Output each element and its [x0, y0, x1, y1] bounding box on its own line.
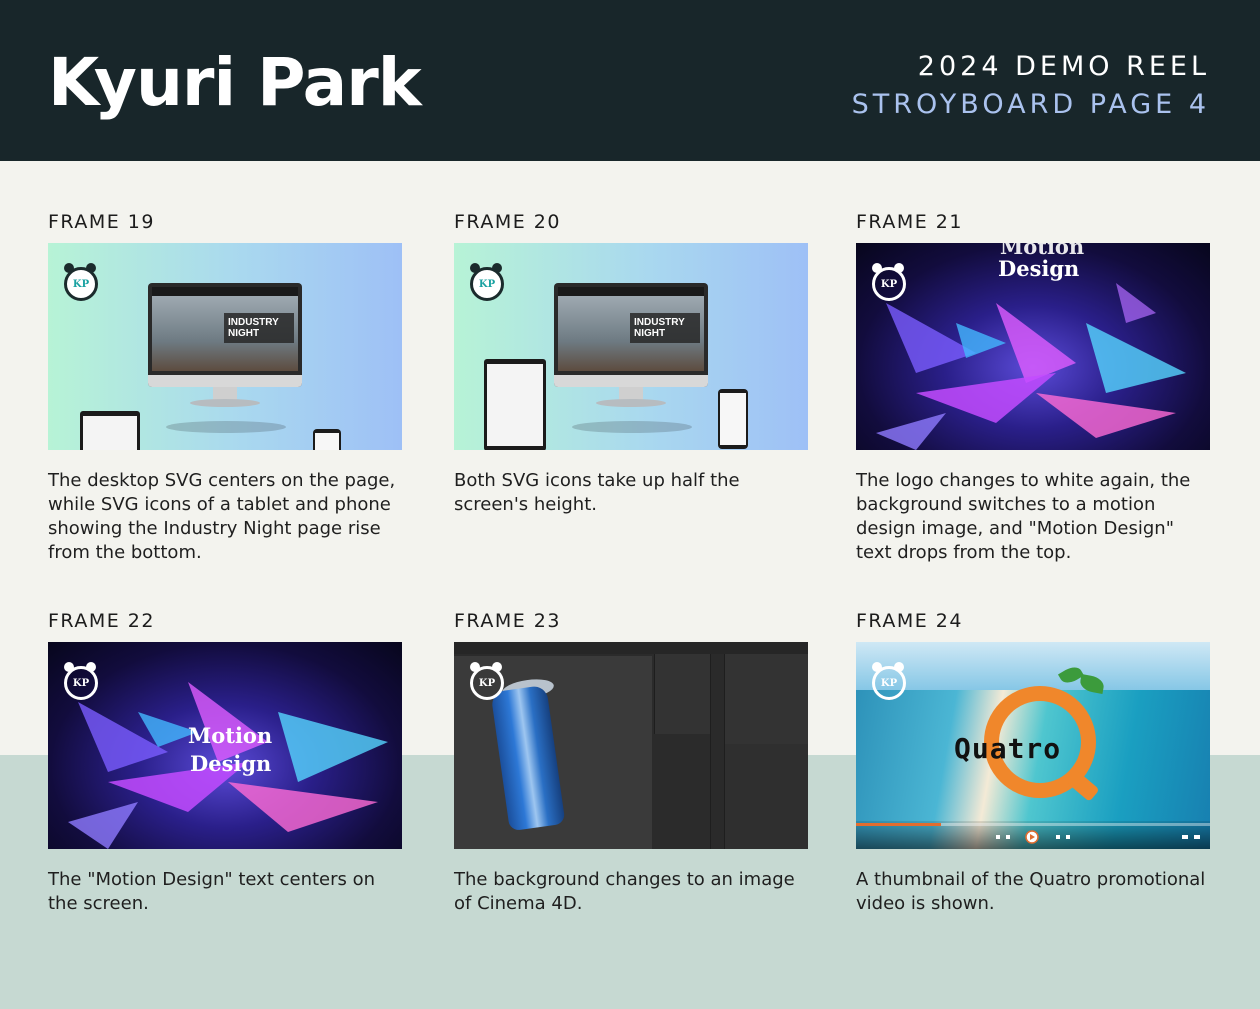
frame-20-thumbnail: KP INDUSTRY NIGHT — [454, 243, 808, 450]
c4d-material-panel — [654, 654, 711, 734]
kp-logo-icon: KP — [870, 662, 906, 700]
industry-night-banner: INDUSTRY NIGHT — [224, 313, 294, 343]
phone-icon — [718, 389, 748, 449]
video-player-controls[interactable] — [856, 821, 1210, 849]
kp-logo-icon: KP — [468, 662, 504, 700]
frame-21: FRAME 21 Motion Design KP The logo chang… — [856, 211, 1210, 565]
frame-label: FRAME 20 — [454, 211, 561, 233]
frame-description: A thumbnail of the Quatro promotional vi… — [856, 869, 1206, 914]
motion-text: Motion — [188, 723, 273, 748]
cinema-4d-background — [454, 642, 808, 849]
frame-description: The desktop SVG centers on the page, whi… — [48, 470, 396, 563]
kp-logo-icon: KP — [468, 263, 504, 301]
frame-20: FRAME 20 KP INDUSTRY NIGHT Both SVG icon… — [454, 211, 808, 517]
frame-label: FRAME 22 — [48, 610, 155, 632]
frame-description: The logo changes to white again, the bac… — [856, 470, 1191, 563]
frame-22: FRAME 22 Motion Design KP The "Motion De… — [48, 610, 402, 916]
tablet-icon — [484, 359, 546, 450]
reel-heading: 2024 DEMO REEL STROYBOARD PAGE 4 — [852, 48, 1210, 124]
tablet-icon — [80, 411, 140, 450]
c4d-attributes-panel — [724, 744, 808, 849]
frame-label: FRAME 21 — [856, 211, 963, 233]
artist-name: Kyuri Park — [48, 44, 422, 121]
reel-title: 2024 DEMO REEL — [917, 51, 1210, 82]
kp-logo-icon: KP — [62, 263, 98, 301]
frame-19-thumbnail: KP INDUSTRY NIGHT — [48, 243, 402, 450]
frame-23-thumbnail: KP — [454, 642, 808, 849]
kp-logo-icon: KP — [62, 662, 98, 700]
frame-22-thumbnail: Motion Design KP — [48, 642, 402, 849]
frame-description: Both SVG icons take up half the screen's… — [454, 470, 740, 515]
frame-23: FRAME 23 KP The background changes to an… — [454, 610, 808, 916]
c4d-object-manager — [724, 654, 808, 744]
frame-label: FRAME 23 — [454, 610, 561, 632]
frame-24-thumbnail: Quatro KP — [856, 642, 1210, 849]
frame-24: FRAME 24 Quatro KP A thumbnail of the Qu… — [856, 610, 1210, 916]
frame-label: FRAME 24 — [856, 610, 963, 632]
frame-19: FRAME 19 KP INDUSTRY NIGHT The desktop S… — [48, 211, 402, 565]
industry-night-banner: INDUSTRY NIGHT — [630, 313, 700, 343]
desktop-monitor-icon: INDUSTRY NIGHT — [554, 283, 708, 387]
design-text: Design — [190, 751, 272, 776]
c4d-toolbar — [710, 654, 725, 849]
quatro-wordmark: Quatro — [954, 732, 1062, 765]
storyboard-page-title: STROYBOARD PAGE 4 — [851, 89, 1210, 120]
frame-description: The "Motion Design" text centers on the … — [48, 869, 376, 914]
frame-21-thumbnail: Motion Design KP — [856, 243, 1210, 450]
kp-logo-icon: KP — [870, 263, 906, 301]
page-header: Kyuri Park 2024 DEMO REEL STROYBOARD PAG… — [0, 0, 1260, 161]
frame-label: FRAME 19 — [48, 211, 155, 233]
design-text: Design — [998, 256, 1080, 281]
desktop-monitor-icon: INDUSTRY NIGHT — [148, 283, 302, 387]
phone-icon — [313, 429, 341, 450]
frame-description: The background changes to an image of Ci… — [454, 869, 795, 914]
